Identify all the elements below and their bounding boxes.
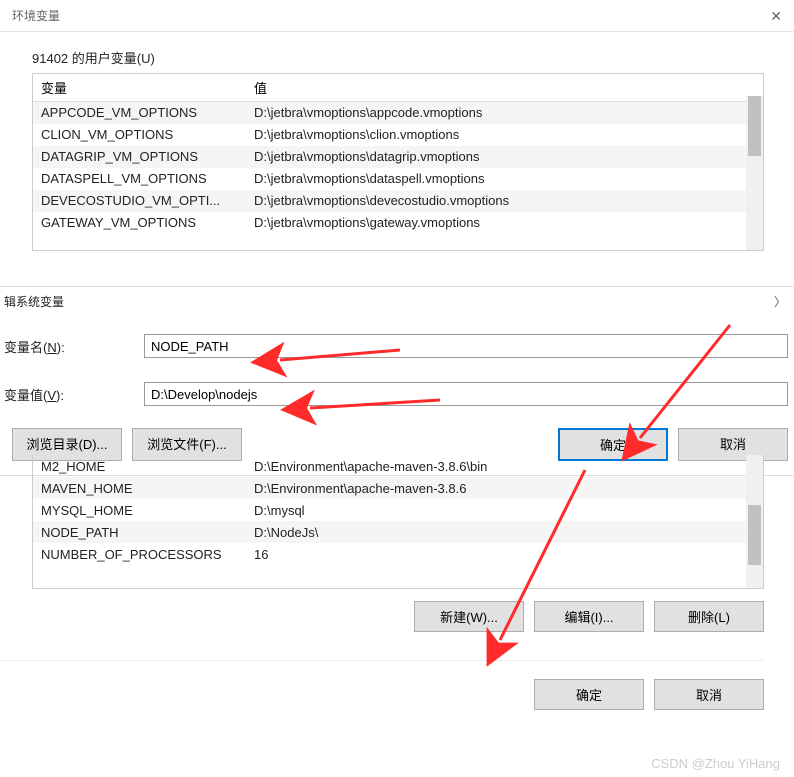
var-value-label: 变量值(V): bbox=[4, 385, 144, 404]
scrollbar-thumb[interactable] bbox=[748, 96, 761, 156]
var-name-input[interactable] bbox=[144, 334, 788, 358]
var-value-input[interactable] bbox=[144, 382, 788, 406]
table-row[interactable]: MAVEN_HOMED:\Environment\apache-maven-3.… bbox=[33, 477, 763, 499]
col-header-val[interactable]: 值 bbox=[246, 74, 763, 102]
new-button[interactable]: 新建(W)... bbox=[414, 601, 524, 632]
window-title: 环境变量 bbox=[12, 7, 60, 24]
var-name-label: 变量名(N): bbox=[4, 337, 144, 356]
final-ok-button[interactable]: 确定 bbox=[534, 679, 644, 710]
table-row[interactable]: DATAGRIP_VM_OPTIONSD:\jetbra\vmoptions\d… bbox=[33, 146, 763, 168]
table-row[interactable]: DEVECOSTUDIO_VM_OPTI...D:\jetbra\vmoptio… bbox=[33, 190, 763, 212]
table-row[interactable]: M2_HOMED:\Environment\apache-maven-3.8.6… bbox=[33, 455, 763, 477]
delete-button[interactable]: 删除(L) bbox=[654, 601, 764, 632]
scrollbar-thumb[interactable] bbox=[748, 505, 761, 565]
edit-system-var-dialog: 辑系统变量 〉 变量名(N): 变量值(V): 浏览目录(D)... 浏览文件(… bbox=[0, 286, 794, 476]
scrollbar[interactable] bbox=[746, 455, 763, 588]
titlebar: 环境变量 ✕ bbox=[0, 0, 794, 32]
user-vars-label: 91402 的用户变量(U) bbox=[0, 32, 794, 73]
scrollbar[interactable] bbox=[746, 96, 763, 250]
edit-button[interactable]: 编辑(I)... bbox=[534, 601, 644, 632]
table-row[interactable]: MYSQL_HOMED:\mysql bbox=[33, 499, 763, 521]
col-header-var[interactable]: 变量 bbox=[33, 74, 246, 102]
final-cancel-button[interactable]: 取消 bbox=[654, 679, 764, 710]
table-row[interactable]: GATEWAY_VM_OPTIONSD:\jetbra\vmoptions\ga… bbox=[33, 212, 763, 234]
table-row[interactable]: APPCODE_VM_OPTIONSD:\jetbra\vmoptions\ap… bbox=[33, 102, 763, 124]
table-row[interactable]: CLION_VM_OPTIONSD:\jetbra\vmoptions\clio… bbox=[33, 124, 763, 146]
table-row[interactable]: NUMBER_OF_PROCESSORS16 bbox=[33, 543, 763, 565]
chevron-right-icon: 〉 bbox=[774, 293, 786, 310]
user-vars-table: 变量 值 APPCODE_VM_OPTIONSD:\jetbra\vmoptio… bbox=[32, 73, 764, 251]
table-row[interactable]: DATASPELL_VM_OPTIONSD:\jetbra\vmoptions\… bbox=[33, 168, 763, 190]
table-row[interactable]: NODE_PATHD:\NodeJs\ bbox=[33, 521, 763, 543]
watermark: CSDN @Zhou YiHang bbox=[651, 756, 780, 771]
close-icon[interactable]: ✕ bbox=[770, 8, 782, 25]
sys-vars-table: M2_HOMED:\Environment\apache-maven-3.8.6… bbox=[32, 455, 764, 589]
dialog-title: 辑系统变量 〉 bbox=[0, 287, 794, 310]
